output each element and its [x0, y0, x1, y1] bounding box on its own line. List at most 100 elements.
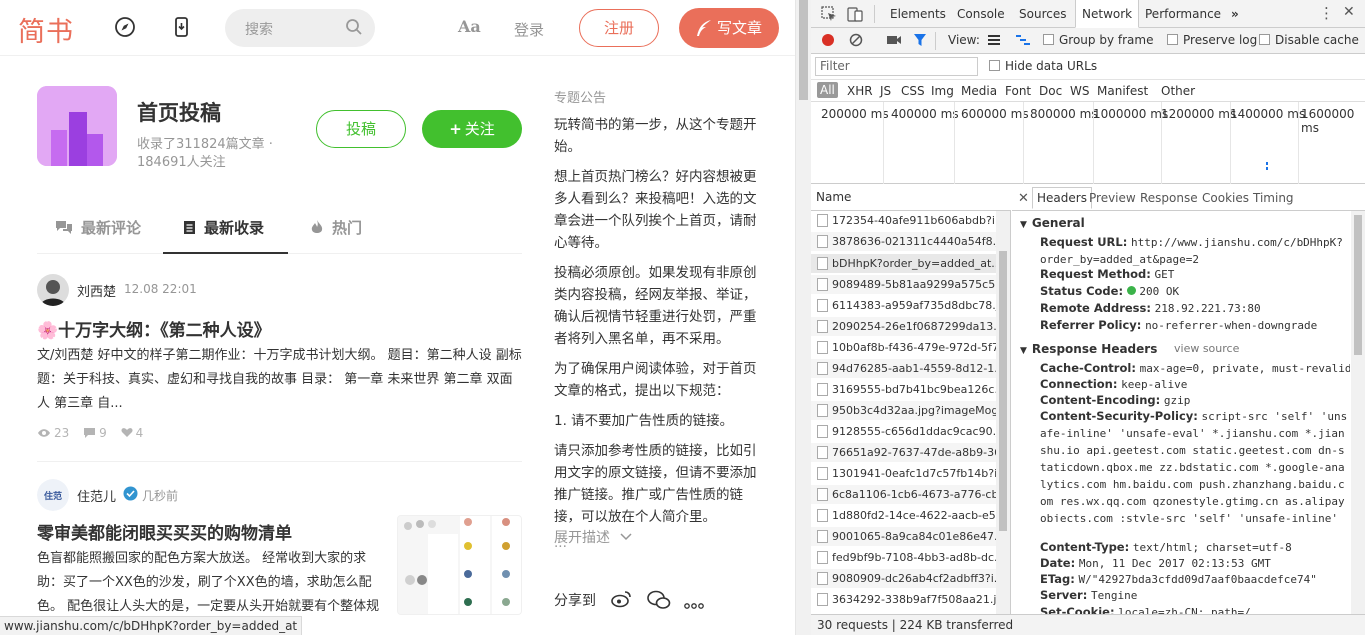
login-link[interactable]: 登录: [514, 19, 544, 40]
request-row[interactable]: 6c8a1106-1cb6-4673-a776-cb...: [811, 485, 996, 504]
request-row[interactable]: 76651a92-7637-47de-a8b9-36...: [811, 443, 996, 462]
type-all[interactable]: All: [817, 82, 838, 98]
font-settings-button[interactable]: Aa: [458, 17, 481, 36]
clear-icon[interactable]: [849, 33, 863, 50]
avatar[interactable]: [37, 274, 69, 306]
article-author[interactable]: 刘西楚: [77, 281, 116, 300]
name-column-header[interactable]: Name: [811, 184, 1011, 211]
preserve-log-checkbox[interactable]: Preserve log: [1167, 33, 1257, 47]
tab-network[interactable]: Network: [1075, 0, 1140, 28]
request-row[interactable]: 172354-40afe911b606abdb?i...: [811, 211, 996, 230]
tab-performance[interactable]: Performance: [1145, 7, 1221, 21]
request-row[interactable]: 3878636-021311c4440a54f8.jpg: [811, 232, 996, 251]
request-row[interactable]: 3634292-338b9af7f508aa21.jpg: [811, 590, 996, 609]
search-icon[interactable]: [345, 18, 363, 40]
kebab-menu-icon[interactable]: ⋮: [1319, 4, 1334, 22]
device-toolbar-icon[interactable]: [847, 6, 863, 25]
filter-input[interactable]: Filter: [815, 57, 978, 76]
type-ws[interactable]: WS: [1070, 84, 1089, 98]
group-by-frame-checkbox[interactable]: Group by frame: [1043, 33, 1153, 47]
type-img[interactable]: Img: [931, 84, 954, 98]
request-row[interactable]: 1301941-0eafc1d7c57fb14b?i...: [811, 464, 996, 483]
request-list-scrollbar[interactable]: [996, 211, 1010, 614]
request-row[interactable]: 9001065-8a9ca84c01e86e47.jpg: [811, 527, 996, 546]
request-row[interactable]: 950b3c4d32aa.jpg?imageMog...: [811, 401, 996, 420]
filter-icon[interactable]: [913, 33, 927, 50]
view-source-link[interactable]: view source: [1174, 342, 1239, 355]
request-row-selected[interactable]: bDHhpK?order_by=added_at...: [811, 254, 996, 273]
tab-latest-added[interactable]: 最新收录: [163, 208, 288, 254]
search-input[interactable]: 搜索: [245, 19, 273, 39]
more-icon[interactable]: [684, 597, 704, 613]
tab-latest-comments[interactable]: 最新评论: [55, 208, 141, 254]
type-other[interactable]: Other: [1161, 84, 1195, 98]
tab-timing[interactable]: Timing: [1253, 191, 1294, 205]
request-row[interactable]: 6114383-a959af735d8dbc78.jpg: [811, 296, 996, 315]
inspect-element-icon[interactable]: [821, 6, 837, 25]
write-article-button[interactable]: 写文章: [679, 8, 779, 48]
scrollbar-thumb[interactable]: [999, 251, 1007, 531]
weibo-icon[interactable]: [610, 590, 632, 612]
announcement-text: 投稿必须原创。如果发现有非原创类内容投稿，经网友举报、举证，确认后视情节轻重进行…: [554, 265, 757, 347]
detail-scrollbar[interactable]: [1351, 211, 1365, 624]
type-xhr[interactable]: XHR: [847, 84, 873, 98]
tab-sources[interactable]: Sources: [1019, 7, 1066, 21]
comments-count[interactable]: 9: [83, 426, 107, 440]
request-row[interactable]: 10b0af8b-f436-479e-972d-5f7...: [811, 338, 996, 357]
type-manifest[interactable]: Manifest: [1097, 84, 1148, 98]
request-row[interactable]: 3169555-bd7b41bc9bea126c.jpg: [811, 380, 996, 399]
page-scrollbar-thumb[interactable]: [799, 0, 808, 100]
expand-description-button[interactable]: 展开描述: [554, 527, 632, 547]
type-media[interactable]: Media: [961, 84, 997, 98]
request-row[interactable]: 2090254-26e1f0687299da13.jpg: [811, 317, 996, 336]
article-title[interactable]: 🌸十万字大纲：《第二种人设》: [37, 316, 271, 341]
large-rows-icon[interactable]: [987, 34, 1001, 49]
network-overview-timeline[interactable]: 200000 ms 400000 ms 600000 ms 800000 ms …: [811, 102, 1365, 184]
timeline-gridline: [1298, 102, 1299, 184]
mobile-app-icon[interactable]: [170, 16, 192, 38]
type-font[interactable]: Font: [1005, 84, 1031, 98]
request-row[interactable]: 9089489-5b81aa9299a575c5.jpg: [811, 275, 996, 294]
type-doc[interactable]: Doc: [1039, 84, 1062, 98]
article-author[interactable]: 住范儿: [77, 486, 116, 505]
hide-data-urls-checkbox[interactable]: Hide data URLs: [989, 59, 1097, 73]
type-js[interactable]: JS: [880, 84, 891, 98]
video-capture-icon[interactable]: [886, 34, 902, 49]
search-bar[interactable]: 搜索: [225, 9, 375, 47]
request-row[interactable]: 94d76285-aab1-4559-8d12-1...: [811, 359, 996, 378]
wechat-icon[interactable]: [647, 590, 671, 614]
article-title[interactable]: 零审美都能闭眼买买买的购物清单: [37, 519, 292, 544]
request-row[interactable]: 9080909-dc26ab4cf2adbff3?i...: [811, 569, 996, 588]
register-button[interactable]: 注册: [579, 9, 659, 47]
request-row[interactable]: 1d880fd2-14ce-4622-aacb-e5...: [811, 506, 996, 525]
response-headers-toggle[interactable]: ▼ Response Headers: [1020, 342, 1157, 356]
request-row[interactable]: fed9bf9b-7108-4bb3-ad8b-dc...: [811, 548, 996, 567]
tab-preview[interactable]: Preview: [1089, 191, 1136, 205]
header-content-security-policy: Content-Security-Policy: script-src 'sel…: [1040, 409, 1348, 522]
tab-elements[interactable]: Elements: [890, 7, 946, 21]
close-devtools-icon[interactable]: ✕: [1343, 4, 1355, 20]
record-icon[interactable]: [821, 33, 835, 50]
tab-headers[interactable]: Headers: [1032, 187, 1092, 209]
submit-article-button[interactable]: 投稿: [316, 110, 406, 148]
article-thumbnail[interactable]: [397, 515, 522, 615]
more-tabs-icon[interactable]: »: [1231, 7, 1239, 21]
tab-console[interactable]: Console: [957, 7, 1005, 21]
compass-icon[interactable]: [114, 16, 136, 38]
eye-icon: [38, 429, 50, 437]
page-scrollbar[interactable]: [795, 0, 811, 635]
follow-button[interactable]: + 关注: [422, 110, 522, 148]
request-detail-pane: ✕ Headers Preview Response Cookies Timin…: [1012, 184, 1365, 624]
tab-cookies[interactable]: Cookies: [1202, 191, 1249, 205]
tab-response[interactable]: Response: [1140, 191, 1198, 205]
avatar[interactable]: 住范: [37, 479, 69, 511]
waterfall-icon[interactable]: [1015, 34, 1031, 49]
disable-cache-checkbox[interactable]: Disable cache: [1259, 33, 1359, 47]
request-row[interactable]: 9128555-c656d1ddac9cac90.jpg: [811, 422, 996, 441]
scrollbar-thumb[interactable]: [1354, 215, 1362, 355]
close-detail-icon[interactable]: ✕: [1018, 191, 1029, 206]
site-logo[interactable]: 简书: [18, 10, 74, 49]
tab-hot[interactable]: 热门: [310, 208, 362, 254]
general-section-toggle[interactable]: ▼ General: [1020, 216, 1085, 230]
type-css[interactable]: CSS: [901, 84, 925, 98]
